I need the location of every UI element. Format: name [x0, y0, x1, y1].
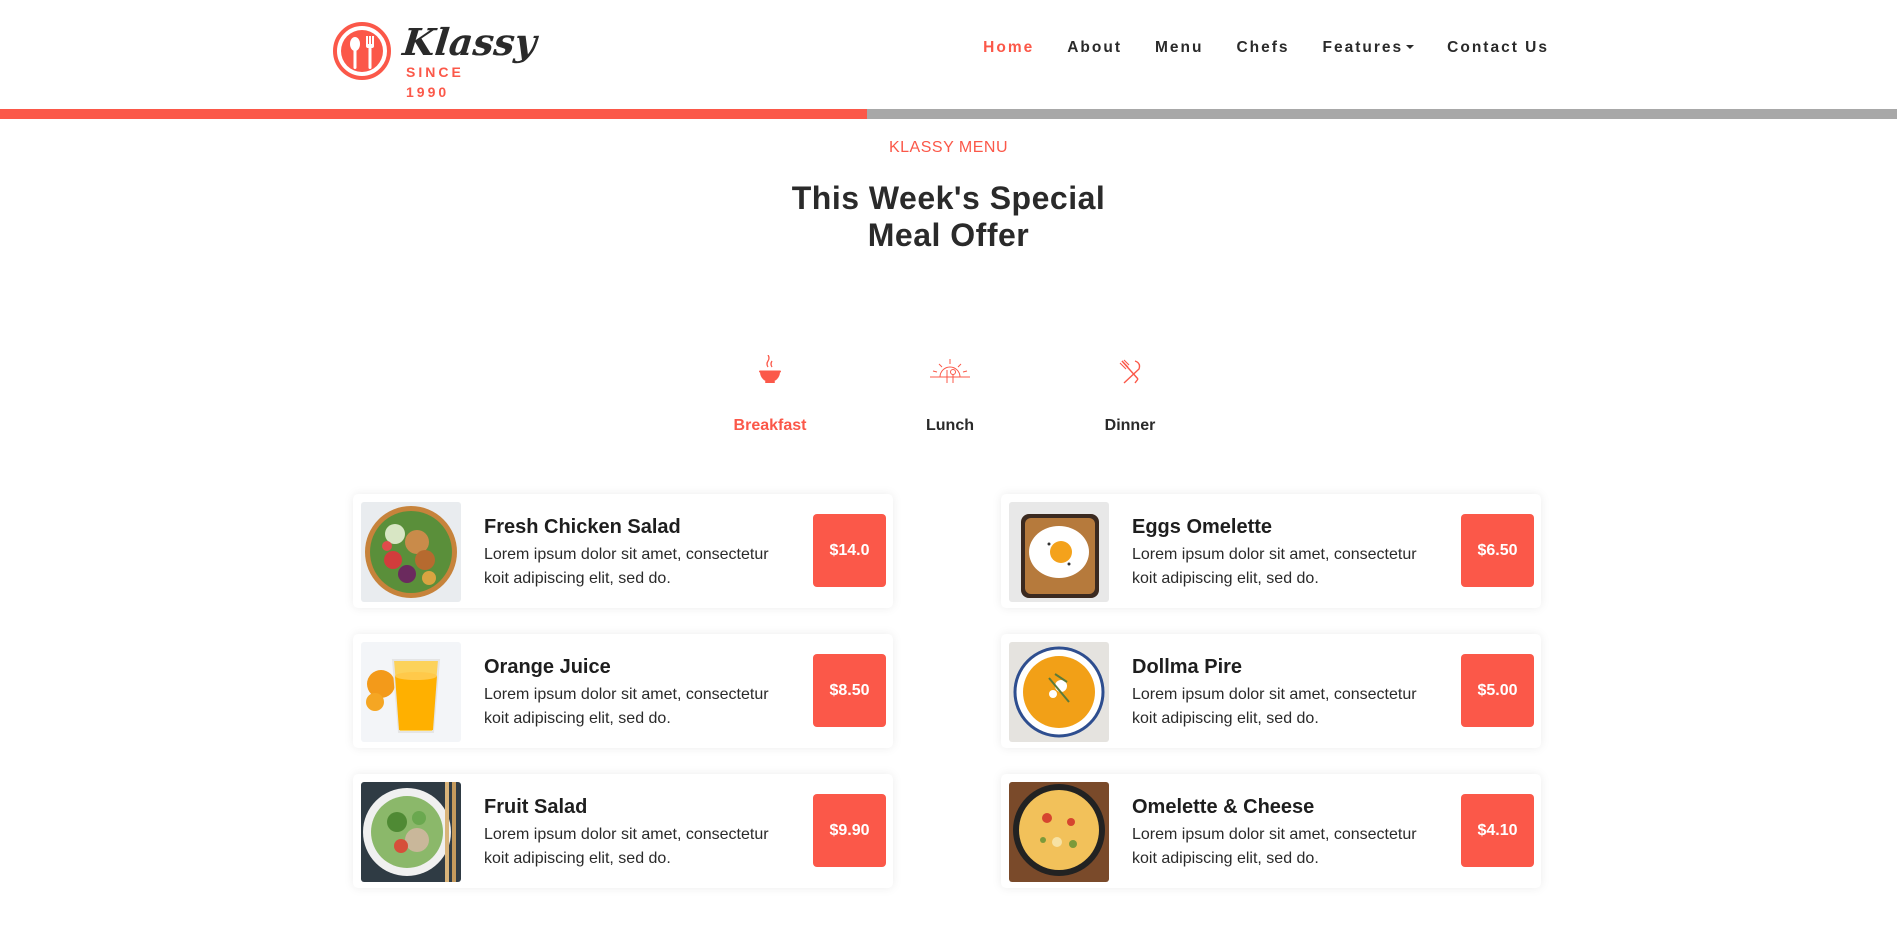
tab-breakfast[interactable]: Breakfast [700, 355, 840, 436]
menu-item-price: $14.0 [813, 514, 886, 587]
tab-dinner[interactable]: Dinner [1060, 355, 1200, 436]
menu-item-price: $5.00 [1461, 654, 1534, 727]
scroll-progress-bar [0, 109, 1897, 119]
menu-item-image [361, 642, 461, 742]
menu-item-image [1009, 502, 1109, 602]
tab-lunch-label: Lunch [926, 417, 974, 434]
scroll-progress-fill [0, 109, 867, 119]
nav-item-label: Features [1322, 39, 1404, 56]
menu-item-description: Lorem ipsum dolor sit amet, consectetur … [1132, 826, 1417, 867]
menu-item-description: Lorem ipsum dolor sit amet, consectetur … [484, 826, 769, 867]
menu-item-name: Orange Juice [484, 656, 611, 678]
fork-knife-icon [1119, 359, 1141, 384]
logo-wordmark: Klassy [400, 20, 539, 64]
menu-item-price: $6.50 [1461, 514, 1534, 587]
nav-item-label: Menu [1155, 39, 1204, 56]
nav-item-label: Home [983, 39, 1035, 56]
menu-item-card[interactable]: Dollma Pire Lorem ipsum dolor sit amet, c… [1001, 634, 1541, 748]
caret-down-icon [1406, 44, 1415, 49]
site-header: Klassy SINCE 1990 Home About Menu Chefs Feat… [0, 0, 1897, 109]
tab-lunch[interactable]: Lunch [880, 355, 1020, 436]
meal-tabs: Breakfast Lunch Dinner [700, 355, 1240, 435]
tab-dinner-label: Dinner [1104, 417, 1156, 434]
menu-item-card[interactable]: Eggs Omelette Lorem ipsum dolor sit amet,… [1001, 494, 1541, 608]
section-kicker: KLASSY MENU [888, 139, 1009, 156]
nav-item-features[interactable]: Features [1323, 36, 1415, 60]
nav-item-label: Contact Us [1447, 39, 1549, 56]
nav-item-contact-us[interactable]: Contact Us [1447, 36, 1549, 60]
menu-item-description: Lorem ipsum dolor sit amet, consectetur … [1132, 546, 1417, 587]
menu-item-image [361, 502, 461, 602]
section-title: This Week's Special Meal Offer [0, 180, 1897, 254]
nav-item-chefs[interactable]: Chefs [1236, 36, 1289, 60]
menu-item-image [1009, 782, 1109, 882]
logo[interactable]: Klassy SINCE 1990 [333, 20, 539, 100]
menu-item-card[interactable]: Omelette & Cheese Lorem ipsum dolor sit a… [1001, 774, 1541, 888]
section-title-line-1: This Week's Special [791, 180, 1106, 216]
nav-item-menu[interactable]: Menu [1155, 36, 1203, 60]
menu-item-name: Fresh Chicken Salad [484, 516, 681, 538]
menu-item-price: $4.10 [1461, 794, 1534, 867]
menu-item-card[interactable]: Fresh Chicken Salad Lorem ipsum dolor sit… [353, 494, 893, 608]
menu-item-description: Lorem ipsum dolor sit amet, consectetur … [484, 686, 769, 727]
logo-tagline: SINCE 1990 [406, 64, 464, 100]
menu-item-name: Eggs Omelette [1132, 516, 1273, 538]
nav-item-home[interactable]: Home [983, 36, 1034, 60]
nav-item-label: About [1067, 39, 1122, 56]
menu-item-name: Omelette & Cheese [1132, 796, 1315, 818]
section-title-line-2: Meal Offer [867, 217, 1030, 253]
menu-item-price: $8.50 [813, 654, 886, 727]
menu-item-name: Dollma Pire [1132, 656, 1243, 678]
bowl-icon [759, 355, 781, 383]
menu-item-name: Fruit Salad [484, 796, 588, 818]
menu-item-description: Lorem ipsum dolor sit amet, consectetur … [1132, 686, 1417, 727]
menu-item-description: Lorem ipsum dolor sit amet, consectetur … [484, 546, 769, 587]
logo-mark-icon [333, 22, 391, 80]
menu-item-image [361, 782, 461, 882]
tab-breakfast-label: Breakfast [733, 417, 807, 434]
main-nav: Home About Menu Chefs Features Contact Us [950, 36, 1549, 60]
menu-item-card[interactable]: Orange Juice Lorem ipsum dolor sit amet, … [353, 634, 893, 748]
nav-item-about[interactable]: About [1067, 36, 1122, 60]
nav-item-label: Chefs [1236, 39, 1290, 56]
menu-item-price: $9.90 [813, 794, 886, 867]
sunrise-icon [930, 359, 970, 383]
menu-item-card[interactable]: Fruit Salad Lorem ipsum dolor sit amet, c… [353, 774, 893, 888]
menu-item-image [1009, 642, 1109, 742]
